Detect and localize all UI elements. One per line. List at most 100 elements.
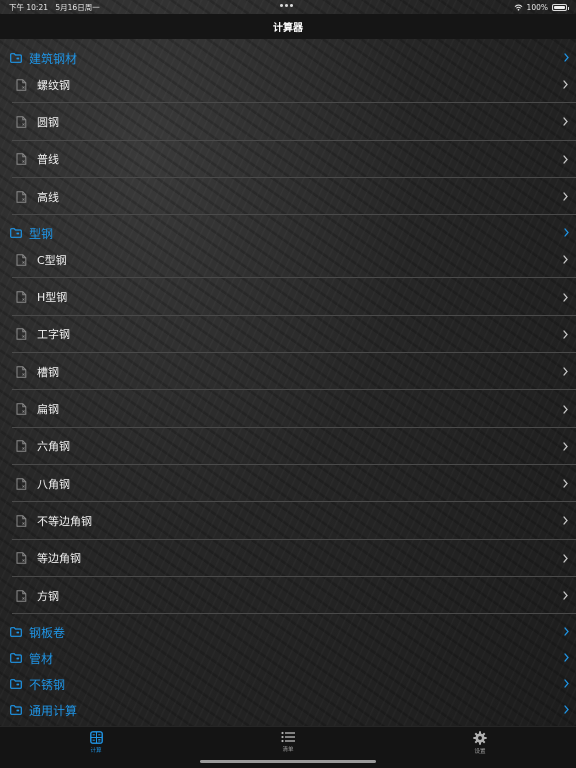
chevron-right-icon — [563, 255, 568, 264]
document-icon — [16, 366, 27, 378]
section-header[interactable]: 钢板卷 — [0, 619, 576, 645]
section-title: 不锈钢 — [29, 677, 66, 692]
chevron-right-icon — [563, 554, 568, 563]
document-icon — [16, 78, 27, 91]
chevron-right-icon — [563, 155, 568, 164]
tab-list-label: 清单 — [282, 747, 294, 753]
document-icon — [16, 153, 27, 165]
calculator-icon — [89, 731, 103, 744]
chevron-right-icon — [564, 679, 569, 688]
battery-percent: 100% — [526, 2, 548, 12]
list-item[interactable]: 六角钢 — [0, 428, 576, 465]
folder-icon — [10, 228, 22, 239]
home-indicator[interactable] — [200, 760, 376, 763]
list-item-label: H型钢 — [37, 291, 68, 305]
list-item-label: 不等边角钢 — [37, 514, 92, 528]
tab-calculator[interactable]: 计算 — [66, 731, 126, 754]
chevron-right-icon — [563, 192, 568, 201]
tab-settings[interactable]: 设置 — [450, 731, 510, 755]
document-icon — [16, 440, 27, 453]
section-header[interactable]: 通用计算 — [0, 697, 576, 723]
document-icon — [16, 403, 27, 415]
multitasking-dots-icon[interactable] — [280, 4, 293, 7]
list-item-label: 方钢 — [37, 589, 59, 603]
list-item[interactable]: 工字钢 — [0, 316, 576, 354]
row-separator — [12, 214, 576, 216]
gear-icon — [473, 731, 487, 745]
chevron-right-icon — [563, 117, 568, 127]
list-icon — [281, 731, 295, 743]
chevron-right-icon — [563, 591, 568, 600]
status-time-date: 下午 10:21 5月16日周一 — [9, 2, 514, 13]
list-item-label: 等边角钢 — [37, 552, 81, 566]
list-item[interactable]: 普线 — [0, 141, 576, 178]
document-icon — [16, 291, 27, 303]
chevron-right-icon — [563, 292, 568, 302]
chevron-right-icon — [563, 479, 568, 488]
chevron-right-icon — [563, 330, 568, 339]
folder-icon — [10, 705, 22, 716]
status-time: 下午 10:21 — [9, 2, 48, 12]
document-icon — [16, 477, 27, 490]
tab-settings-label: 设置 — [474, 749, 486, 755]
document-icon — [16, 190, 27, 203]
document-icon — [16, 589, 27, 602]
folder-icon — [10, 627, 22, 638]
folder-icon — [10, 653, 22, 664]
chevron-right-icon — [563, 80, 568, 89]
list-item[interactable]: 不等边角钢 — [0, 502, 576, 540]
chevron-right-icon — [563, 442, 568, 451]
folder-icon — [10, 679, 22, 690]
list-item[interactable]: 扁钢 — [0, 390, 576, 428]
section-header[interactable]: 不锈钢 — [0, 671, 576, 697]
chevron-right-icon — [564, 653, 569, 662]
status-bar: 下午 10:21 5月16日周一 100% — [0, 0, 576, 14]
list-item-label: 螺纹钢 — [37, 78, 70, 92]
battery-icon — [552, 3, 569, 11]
chevron-right-icon — [564, 228, 569, 237]
list-item-label: 槽钢 — [37, 365, 59, 379]
tab-list[interactable]: 清单 — [258, 731, 318, 753]
list-item-label: 工字钢 — [37, 328, 70, 342]
section-title: 管材 — [29, 651, 54, 666]
list-item[interactable]: 等边角钢 — [0, 540, 576, 577]
chevron-right-icon — [564, 627, 569, 636]
section-title: 钢板卷 — [29, 625, 66, 640]
list-item[interactable]: H型钢 — [0, 279, 576, 316]
list-item-label: 六角钢 — [37, 440, 70, 454]
list-item[interactable]: 八角钢 — [0, 465, 576, 503]
list-item[interactable]: 方钢 — [0, 577, 576, 615]
section-title: 型钢 — [29, 226, 54, 241]
list-item-label: 八角钢 — [37, 477, 70, 491]
document-icon — [16, 515, 27, 527]
section-header[interactable]: 管材 — [0, 645, 576, 671]
status-date: 5月16日周一 — [55, 2, 100, 12]
list-item[interactable]: 槽钢 — [0, 353, 576, 391]
document-icon — [16, 328, 27, 341]
list-item-label: 普线 — [37, 153, 59, 167]
list-item-label: C型钢 — [37, 253, 67, 267]
document-icon — [16, 254, 27, 266]
wifi-icon — [514, 4, 522, 11]
row-separator — [12, 613, 576, 615]
list-item-label: 圆钢 — [37, 115, 59, 129]
navigation-bar: 计算器 — [0, 14, 576, 39]
document-icon — [16, 116, 27, 128]
document-icon — [16, 552, 27, 564]
list-item-label: 高线 — [37, 190, 59, 204]
list-item-label: 扁钢 — [37, 403, 59, 417]
list-item[interactable]: C型钢 — [0, 241, 576, 279]
folder-icon — [10, 53, 22, 63]
list-item[interactable]: 圆钢 — [0, 103, 576, 141]
chevron-right-icon — [564, 53, 569, 62]
section-title: 建筑钢材 — [29, 51, 78, 66]
section-title: 通用计算 — [29, 703, 78, 718]
chevron-right-icon — [563, 367, 568, 376]
list-item[interactable]: 高线 — [0, 178, 576, 216]
page-title: 计算器 — [273, 23, 303, 34]
chevron-right-icon — [563, 516, 568, 526]
chevron-right-icon — [564, 705, 569, 714]
chevron-right-icon — [563, 404, 568, 414]
tab-calculator-label: 计算 — [90, 748, 102, 754]
list-item[interactable]: 螺纹钢 — [0, 66, 576, 104]
